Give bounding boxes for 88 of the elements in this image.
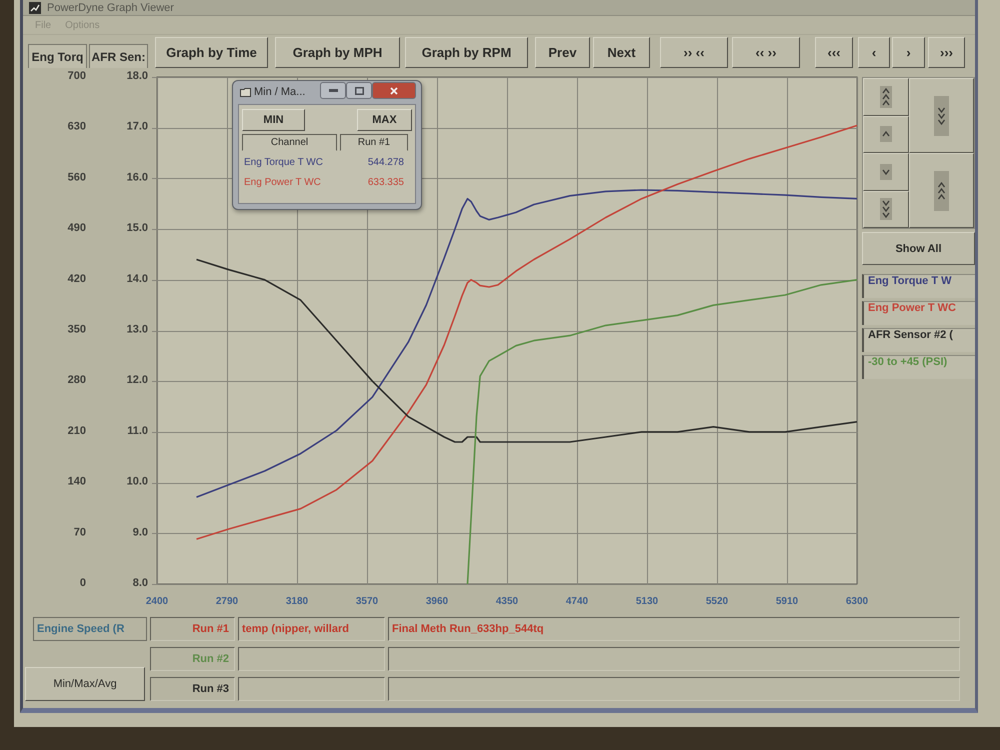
y-axis-label: 560 [68,171,86,184]
maximize-icon [354,86,364,94]
x-axis-label: 2790 [216,596,238,607]
minimize-button[interactable] [320,82,346,99]
toolbar-button[interactable]: ‹‹‹ [815,37,853,68]
axis-tab[interactable]: Eng Torq [28,44,87,68]
triple-chevron-down-icon [880,198,892,220]
close-icon [390,86,398,94]
legend-item[interactable]: AFR Sensor #2 ( [862,328,975,352]
axis-scale-button[interactable] [863,78,909,116]
toolbar-button[interactable]: › [892,37,925,68]
dialog-title: Min / Ma... [254,86,306,98]
toolbar-button[interactable]: Next [593,37,650,68]
toolbar-button[interactable]: Prev [535,37,590,68]
x-axis-label: 4350 [496,596,518,607]
y-axis-label: 11.0 [127,424,148,437]
run-text-field[interactable] [238,677,385,701]
folder-icon [240,88,251,97]
run-label: Run #2 [150,647,235,671]
run-text-field[interactable] [388,647,960,671]
value-cell: 633.335 [368,177,404,188]
dialog-button[interactable]: MIN [242,109,305,131]
axis-scale-button[interactable] [909,78,974,153]
x-axis-label: 2400 [146,596,168,607]
y-axis-label: 0 [80,577,86,589]
axis-scale-button[interactable] [863,116,909,153]
axis-scale-button[interactable] [909,153,974,228]
y-axis-label: 14.0 [126,272,148,285]
y-axis-label: 18.0 [126,70,148,82]
run-text-field[interactable] [238,647,385,671]
toolbar-button[interactable]: Graph by Time [155,37,268,68]
y-axis-label: 630 [68,120,86,133]
show-all-button[interactable]: Show All [862,232,975,265]
y-axis-label: 15.0 [126,222,148,234]
triple-chevron-up-icon [880,86,892,108]
x-axis-label: 3180 [286,596,308,607]
y-axis-label: 140 [68,476,86,488]
dialog-button[interactable]: MAX [357,109,412,131]
min-max-avg-button[interactable]: Min/Max/Avg [25,667,145,701]
legend-item[interactable]: Eng Torque T W [862,274,975,298]
maximize-button[interactable] [346,82,372,99]
x-axis-label: 4740 [566,596,588,607]
x-axis-channel-label: Engine Speed (R [33,617,147,641]
y-axis-label: 16.0 [126,171,148,184]
y-axis-label: 700 [68,70,86,82]
chevron-up-icon [880,126,892,142]
y-axis-label: 490 [68,222,86,234]
chart-icon [29,2,41,14]
channel-cell: Eng Torque T WC [244,157,323,168]
toolbar-button[interactable]: Graph by MPH [275,37,400,68]
x-axis-label: 5910 [776,596,798,607]
channel-cell: Eng Power T WC [244,177,321,188]
run-label: Run #1 [150,617,235,641]
toolbar-button[interactable]: Graph by RPM [405,37,528,68]
run-label: Run #3 [150,677,235,701]
triple-chevron-up-icon [934,170,949,210]
y-axis-label: 210 [68,424,86,437]
y-axis-label: 10.0 [126,476,148,488]
x-axis-label: 5130 [636,596,658,607]
y-axis-label: 70 [74,526,86,538]
y-axis-label: 17.0 [126,120,148,133]
y-axis-label: 12.0 [126,374,148,386]
toolbar-button[interactable]: ‹‹ ›› [732,37,800,68]
x-axis-label: 6300 [846,596,868,607]
triple-chevron-down-icon [934,96,949,136]
toolbar-button[interactable]: ››› [928,37,965,68]
axis-tab[interactable]: AFR Sen: [89,44,148,68]
window-title: PowerDyne Graph Viewer [47,2,174,14]
x-axis-label: 5520 [706,596,728,607]
chevron-down-icon [880,164,892,180]
y-axis-label: 13.0 [126,324,148,336]
close-button[interactable] [372,82,416,99]
minimize-icon [328,89,338,92]
value-cell: 544.278 [368,157,404,168]
column-header: Run #1 [340,134,408,151]
y-axis-label: 9.0 [132,526,148,538]
axis-scale-button[interactable] [863,190,909,228]
x-axis-label: 3570 [356,596,378,607]
y-axis-label: 350 [68,324,86,336]
toolbar-button[interactable]: ‹ [858,37,890,68]
column-header: Channel [242,134,337,151]
y-axis-label: 8.0 [132,577,148,589]
y-axis-label: 280 [68,374,86,386]
y-axis-label: 420 [68,272,86,285]
run-text-field[interactable] [388,677,960,701]
axis-scale-button[interactable] [863,153,909,190]
x-axis-label: 3960 [426,596,448,607]
toolbar-button[interactable]: ›› ‹‹ [660,37,728,68]
